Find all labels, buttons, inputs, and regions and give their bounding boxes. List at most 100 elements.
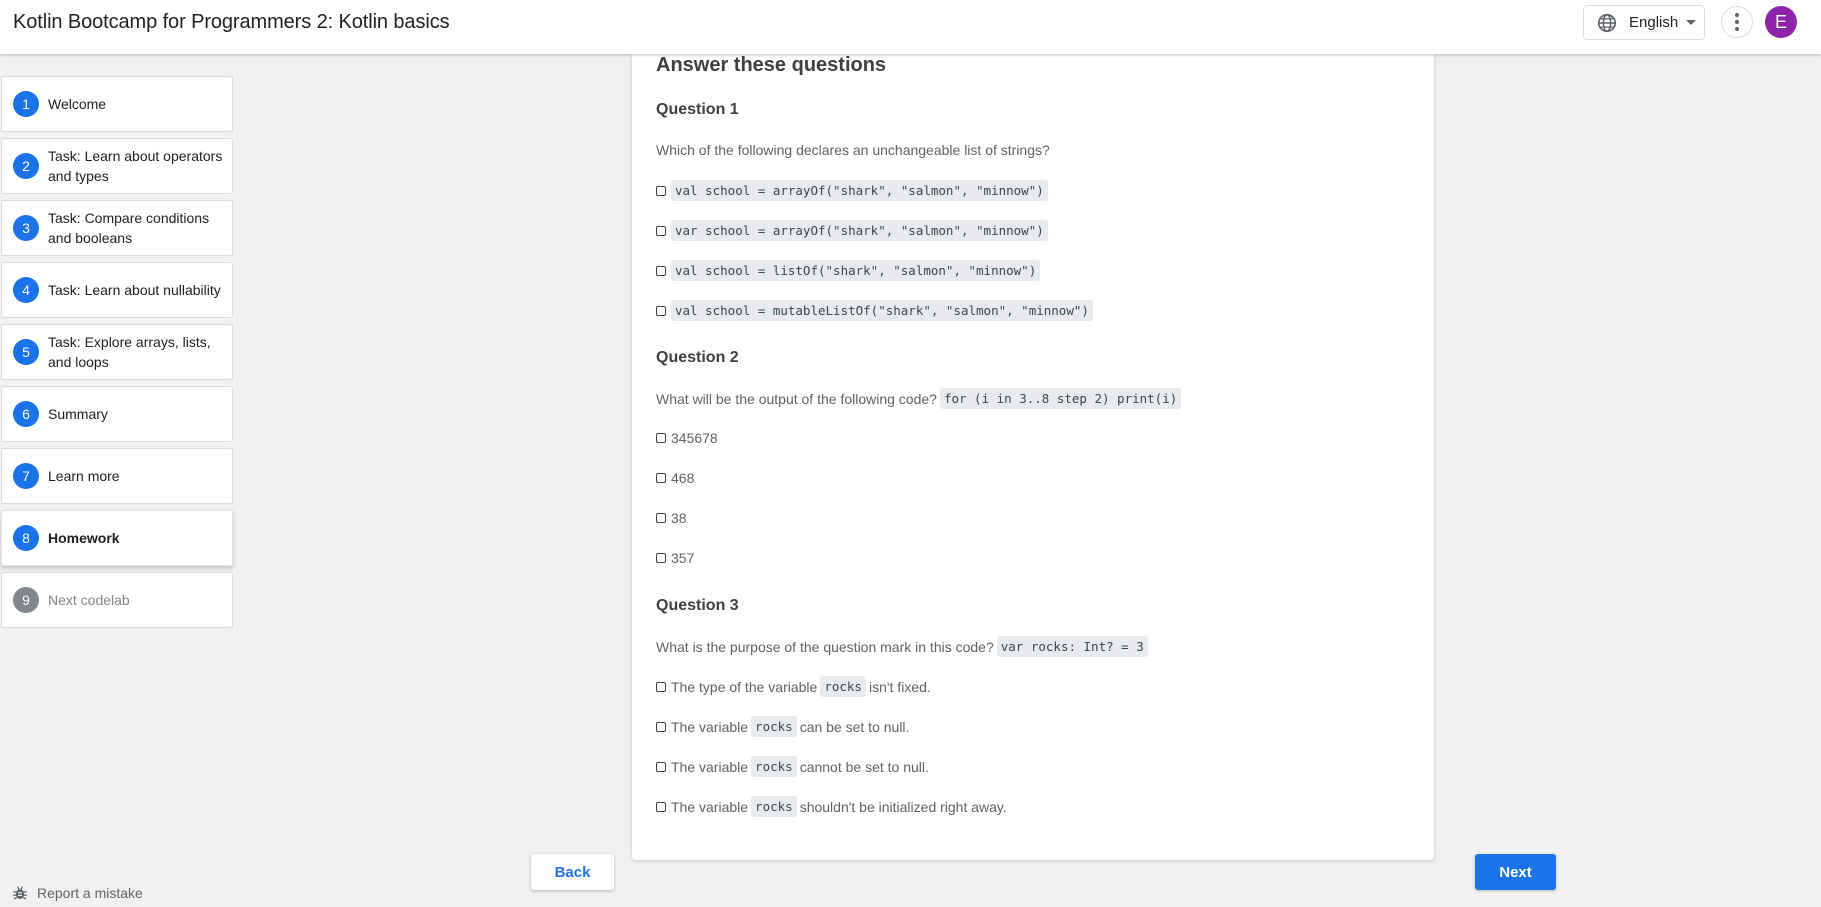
step-number: 8: [13, 525, 39, 551]
code-snippet: rocks: [751, 796, 797, 817]
code-snippet: for (i in 3..8 step 2) print(i): [939, 388, 1182, 409]
answer-option[interactable]: 468: [656, 470, 694, 486]
code-snippet: val school = listOf("shark", "salmon", "…: [671, 260, 1041, 281]
step-list: 1 Welcome 2 Task: Learn about operators …: [1, 76, 233, 634]
answer-option[interactable]: var school = arrayOf("shark", "salmon", …: [656, 220, 1051, 241]
code-snippet: var rocks: Int? = 3: [996, 636, 1148, 657]
step-label: Task: Compare conditions and booleans: [48, 210, 210, 246]
code-snippet: rocks: [820, 676, 866, 697]
question-2-title: Question 2: [656, 349, 739, 366]
answer-option[interactable]: 357: [656, 550, 694, 566]
language-selector[interactable]: English: [1583, 5, 1705, 40]
step-label: Task: Learn about operators and types: [48, 148, 223, 184]
step-label: Task: Learn about nullability: [48, 282, 221, 298]
step-item-arrays-lists-loops[interactable]: 5 Task: Explore arrays, lists, and loops: [1, 324, 233, 380]
next-button[interactable]: Next: [1475, 854, 1556, 890]
report-mistake-label: Report a mistake: [37, 885, 143, 901]
step-number: 2: [13, 153, 39, 179]
dot-icon: [1735, 20, 1739, 24]
globe-icon: [1597, 13, 1617, 32]
checkbox[interactable]: [656, 801, 666, 812]
option-text: can be set to null.: [799, 718, 910, 735]
question-3-text: What is the purpose of the question mark…: [656, 636, 1151, 657]
checkbox[interactable]: [656, 721, 666, 732]
checkbox[interactable]: [656, 473, 666, 483]
step-label: Learn more: [48, 468, 120, 484]
section-heading: Answer these questions: [656, 54, 887, 76]
checkbox[interactable]: [656, 513, 666, 523]
step-item-next-codelab[interactable]: 9 Next codelab: [1, 572, 233, 628]
question-text: Which of the following declares an uncha…: [656, 142, 1050, 158]
option-text: The variable: [671, 718, 749, 735]
step-number: 9: [13, 587, 39, 613]
step-number: 3: [13, 215, 39, 241]
codelab-content-card: Answer these questions Question 1 Which …: [632, 54, 1434, 860]
answer-option[interactable]: val school = listOf("shark", "salmon", "…: [656, 260, 1043, 281]
step-item-summary[interactable]: 6 Summary: [1, 386, 233, 442]
step-item-conditions-booleans[interactable]: 3 Task: Compare conditions and booleans: [1, 200, 233, 256]
step-number: 7: [13, 463, 39, 489]
answer-option[interactable]: val school = mutableListOf("shark", "sal…: [656, 300, 1096, 321]
question-2-text: What will be the output of the following…: [656, 388, 1184, 409]
step-item-learn-more[interactable]: 7 Learn more: [1, 448, 233, 504]
question-3-title: Question 3: [656, 597, 739, 614]
step-item-nullability[interactable]: 4 Task: Learn about nullability: [1, 262, 233, 318]
checkbox[interactable]: [656, 225, 666, 236]
option-label: 38: [671, 510, 687, 526]
code-snippet: val school = arrayOf("shark", "salmon", …: [671, 180, 1048, 201]
step-item-welcome[interactable]: 1 Welcome: [1, 76, 233, 132]
answer-option[interactable]: The variable rocks cannot be set to null…: [656, 756, 929, 777]
option-text: The type of the variable: [671, 678, 818, 695]
answer-option[interactable]: The variable rocks can be set to null.: [656, 716, 909, 737]
step-label: Homework: [48, 530, 120, 546]
user-avatar[interactable]: E: [1765, 6, 1797, 38]
option-label: 468: [671, 470, 695, 486]
checkbox[interactable]: [656, 185, 666, 196]
step-number: 4: [13, 277, 39, 303]
code-snippet: rocks: [751, 756, 797, 777]
bug-icon: [13, 886, 27, 900]
checkbox[interactable]: [656, 265, 666, 276]
top-app-bar: Kotlin Bootcamp for Programmers 2: Kotli…: [0, 0, 1821, 54]
checkbox[interactable]: [656, 305, 666, 316]
question-text: What will be the output of the following…: [656, 390, 937, 407]
answer-option[interactable]: The variable rocks shouldn't be initiali…: [656, 796, 1007, 817]
question-text: What is the purpose of the question mark…: [656, 638, 994, 655]
back-button[interactable]: Back: [531, 854, 614, 890]
step-item-homework[interactable]: 8 Homework: [1, 510, 233, 566]
option-label: 357: [671, 550, 695, 566]
step-item-operators-types[interactable]: 2 Task: Learn about operators and types: [1, 138, 233, 194]
step-label: Summary: [48, 406, 108, 422]
option-text: isn't fixed.: [868, 678, 931, 695]
report-mistake-link[interactable]: Report a mistake: [11, 884, 143, 902]
step-number: 1: [13, 91, 39, 117]
answer-option[interactable]: val school = arrayOf("shark", "salmon", …: [656, 180, 1051, 201]
step-number: 6: [13, 401, 39, 427]
dot-icon: [1735, 27, 1739, 31]
option-text: shouldn't be initialized right away.: [799, 798, 1007, 815]
checkbox[interactable]: [656, 553, 666, 563]
language-label: English: [1629, 14, 1679, 31]
option-text: cannot be set to null.: [799, 758, 929, 775]
codelab-title: Kotlin Bootcamp for Programmers 2: Kotli…: [13, 11, 450, 33]
step-label: Next codelab: [48, 592, 130, 608]
code-snippet: var school = arrayOf("shark", "salmon", …: [671, 220, 1048, 241]
step-label: Welcome: [48, 96, 107, 112]
code-snippet: rocks: [751, 716, 797, 737]
checkbox[interactable]: [656, 433, 666, 443]
code-snippet: val school = mutableListOf("shark", "sal…: [671, 300, 1093, 321]
step-number: 5: [13, 339, 39, 365]
dot-icon: [1735, 13, 1739, 17]
answer-option[interactable]: 38: [656, 510, 687, 526]
option-label: 345678: [671, 430, 718, 446]
checkbox[interactable]: [656, 761, 666, 772]
answer-option[interactable]: 345678: [656, 430, 718, 446]
option-text: The variable: [671, 798, 749, 815]
option-text: The variable: [671, 758, 749, 775]
question-1-text: Which of the following declares an uncha…: [656, 142, 1050, 158]
checkbox[interactable]: [656, 681, 666, 692]
step-label: Task: Explore arrays, lists, and loops: [48, 334, 211, 370]
more-options-button[interactable]: [1721, 6, 1753, 38]
answer-option[interactable]: The type of the variable rocks isn't fix…: [656, 676, 931, 697]
caret-down-icon: [1686, 20, 1697, 25]
